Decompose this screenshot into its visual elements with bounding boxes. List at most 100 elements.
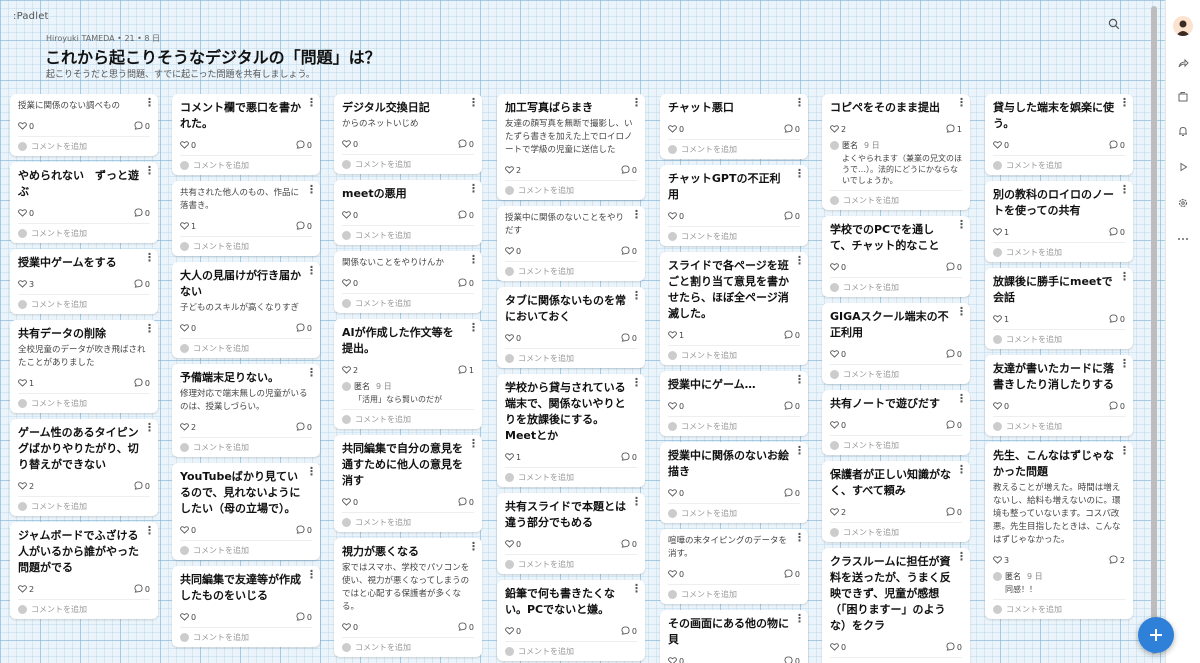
like-button[interactable]: 0: [342, 622, 358, 633]
more-icon[interactable]: [1172, 228, 1194, 250]
post-card[interactable]: ⋮ チャット悪口 0 0 コメントを追加: [660, 94, 808, 159]
post-card[interactable]: ⋮ ゲーム性のあるタイピングばかりやりたがり、切り替えができない 2 0 コメントを追加: [10, 419, 158, 516]
like-button[interactable]: 2: [830, 124, 846, 135]
post-card[interactable]: ⋮ 授業中にゲーム… 0 0 コメントを追加: [660, 371, 808, 436]
like-button[interactable]: 0: [18, 208, 34, 219]
add-comment-field[interactable]: コメントを追加: [830, 190, 962, 206]
like-button[interactable]: 0: [180, 525, 196, 536]
add-comment-field[interactable]: コメントを追加: [505, 641, 637, 657]
like-button[interactable]: 0: [668, 656, 684, 663]
post-card[interactable]: ⋮ AIが作成した作文等を提出。 2 1 匿名 9 日「活用」なら賢いのだが コメントを追加: [334, 319, 482, 429]
like-button[interactable]: 0: [830, 349, 846, 360]
post-card[interactable]: ⋮ 授業中に関係のないことをやりだす 0 0 コメントを追加: [497, 206, 645, 281]
post-menu-icon[interactable]: ⋮: [1119, 97, 1130, 108]
post-card[interactable]: ⋮ 授業中ゲームをする 3 0 コメントを追加: [10, 249, 158, 314]
comment-count-button[interactable]: 0: [946, 507, 962, 518]
post-menu-icon[interactable]: ⋮: [306, 367, 317, 378]
comment-count-button[interactable]: 0: [134, 378, 150, 389]
add-comment-field[interactable]: コメントを追加: [18, 496, 150, 512]
post-menu-icon[interactable]: ⋮: [631, 209, 642, 220]
post-card[interactable]: ⋮ チャットGPTの不正利用 0 0 コメントを追加: [660, 165, 808, 246]
post-menu-icon[interactable]: ⋮: [956, 551, 967, 562]
post-card[interactable]: ⋮ 予備端末足りない。 修理対応で端末無しの児童がいるのは、授業しづらい。 2 0 コメン…: [172, 364, 320, 457]
comment-count-button[interactable]: 0: [1109, 314, 1125, 325]
comment-count-button[interactable]: 0: [784, 656, 800, 663]
like-button[interactable]: 0: [505, 626, 521, 637]
post-card[interactable]: ⋮ 学校から貸与されている端末で、関係ないやりとりを放課後にする。Meetとか 1 0…: [497, 374, 645, 487]
post-menu-icon[interactable]: ⋮: [956, 306, 967, 317]
post-menu-icon[interactable]: ⋮: [468, 183, 479, 194]
comment-count-button[interactable]: 0: [134, 279, 150, 290]
post-card[interactable]: ⋮ 共有スライドで本題とは違う部分でもめる 0 0 コメントを追加: [497, 493, 645, 574]
post-card[interactable]: ⋮ 別の教科のロイロのノートを使っての共有 1 0 コメントを追加: [985, 181, 1133, 262]
comment-count-button[interactable]: 0: [946, 349, 962, 360]
add-comment-field[interactable]: コメントを追加: [18, 136, 150, 152]
add-comment-field[interactable]: コメントを追加: [830, 435, 962, 451]
post-menu-icon[interactable]: ⋮: [144, 323, 155, 334]
post-menu-icon[interactable]: ⋮: [794, 97, 805, 108]
post-card[interactable]: ⋮ 共同編集で友達等が作成したものをいじる 0 0 コメントを追加: [172, 566, 320, 647]
post-menu-icon[interactable]: ⋮: [306, 265, 317, 276]
post-card[interactable]: ⋮ 喧嘩の末タイピングのデータを消す。 0 0 コメントを追加: [660, 529, 808, 604]
post-menu-icon[interactable]: ⋮: [794, 613, 805, 624]
add-comment-field[interactable]: コメントを追加: [668, 345, 800, 361]
post-card[interactable]: ⋮ 学校でのPCでを通して、チャット的なこと 0 0 コメントを追加: [822, 216, 970, 297]
post-card[interactable]: ⋮ ジャムボードでふざける人がいるから誰がやった問題がでる 2 0 コメントを追加: [10, 522, 158, 619]
like-button[interactable]: 0: [830, 420, 846, 431]
like-button[interactable]: 0: [505, 246, 521, 257]
post-menu-icon[interactable]: ⋮: [631, 290, 642, 301]
like-button[interactable]: 0: [830, 262, 846, 273]
comment-count-button[interactable]: 0: [784, 211, 800, 222]
add-comment-field[interactable]: コメントを追加: [180, 236, 312, 252]
like-button[interactable]: 0: [668, 488, 684, 499]
post-card[interactable]: ⋮ 授業に関係のない調べもの 0 0 コメントを追加: [10, 94, 158, 156]
comment-count-button[interactable]: 0: [134, 121, 150, 132]
comment-count-button[interactable]: 0: [946, 262, 962, 273]
post-menu-icon[interactable]: ⋮: [468, 541, 479, 552]
comment-count-button[interactable]: 0: [784, 569, 800, 580]
add-comment-field[interactable]: コメントを追加: [993, 242, 1125, 258]
share-icon[interactable]: [1172, 52, 1194, 74]
post-card[interactable]: ⋮ 大人の見届けが行き届かない 子どものスキルが高くなりすぎ 0 0 コメントを追加: [172, 262, 320, 358]
post-card[interactable]: ⋮ 授業中に関係のないお絵描き 0 0 コメントを追加: [660, 442, 808, 523]
post-card[interactable]: ⋮ 視力が悪くなる 家ではスマホ、学校でパソコンを使い、視力が悪くなってしまうのでは…: [334, 538, 482, 657]
comment-count-button[interactable]: 1: [946, 124, 962, 135]
add-comment-field[interactable]: コメントを追加: [342, 154, 474, 170]
padlet-logo[interactable]: :Padlet: [13, 11, 49, 22]
post-card[interactable]: ⋮ 共有された他人のもの、作品に落書き。 1 0 コメントを追加: [172, 181, 320, 256]
comment-count-button[interactable]: 0: [134, 481, 150, 492]
like-button[interactable]: 3: [18, 279, 34, 290]
post-card[interactable]: ⋮その画面にある他の物に貝00コメントを追加: [660, 610, 808, 663]
like-button[interactable]: 1: [18, 378, 34, 389]
add-comment-field[interactable]: コメントを追加: [993, 155, 1125, 171]
post-card[interactable]: ⋮ 共有ノートで遊びだす 0 0 コメントを追加: [822, 390, 970, 455]
post-card[interactable]: ⋮ コメント欄で悪口を書かれた。 0 0 コメントを追加: [172, 94, 320, 175]
post-menu-icon[interactable]: ⋮: [1119, 271, 1130, 282]
like-button[interactable]: 2: [18, 584, 34, 595]
post-card[interactable]: ⋮ 保護者が正しい知識がなく、すべて頼み 2 0 コメントを追加: [822, 461, 970, 542]
add-comment-field[interactable]: コメントを追加: [830, 522, 962, 538]
add-comment-field[interactable]: コメントを追加: [505, 467, 637, 483]
like-button[interactable]: 2: [342, 365, 358, 376]
post-card[interactable]: ⋮ 先生、こんなはずじゃなかった問題 教えることが増えた。時間は増えないし、給料も増…: [985, 442, 1133, 619]
like-button[interactable]: 0: [342, 210, 358, 221]
comment-count-button[interactable]: 0: [784, 124, 800, 135]
like-button[interactable]: 1: [993, 227, 1009, 238]
add-comment-field[interactable]: コメントを追加: [180, 338, 312, 354]
comment-count-button[interactable]: 0: [296, 612, 312, 623]
post-card[interactable]: ⋮ タブに関係ないものを常においておく 0 0 コメントを追加: [497, 287, 645, 368]
add-comment-field[interactable]: コメントを追加: [18, 294, 150, 310]
like-button[interactable]: 1: [505, 452, 521, 463]
add-comment-field[interactable]: コメントを追加: [505, 261, 637, 277]
comment-count-button[interactable]: 0: [458, 497, 474, 508]
add-comment-field[interactable]: コメントを追加: [180, 155, 312, 171]
comment-count-button[interactable]: 0: [458, 139, 474, 150]
comment-count-button[interactable]: 0: [296, 525, 312, 536]
comment-count-button[interactable]: 0: [621, 246, 637, 257]
add-comment-field[interactable]: コメントを追加: [668, 503, 800, 519]
post-menu-icon[interactable]: ⋮: [794, 168, 805, 179]
post-card[interactable]: ⋮ 貸与した端末を娯楽に使う。 0 0 コメントを追加: [985, 94, 1133, 175]
comment-count-button[interactable]: 0: [784, 401, 800, 412]
comment-count-button[interactable]: 0: [134, 208, 150, 219]
post-card[interactable]: ⋮ 共同編集で自分の意見を通すために他人の意見を消す 0 0 コメントを追加: [334, 435, 482, 532]
